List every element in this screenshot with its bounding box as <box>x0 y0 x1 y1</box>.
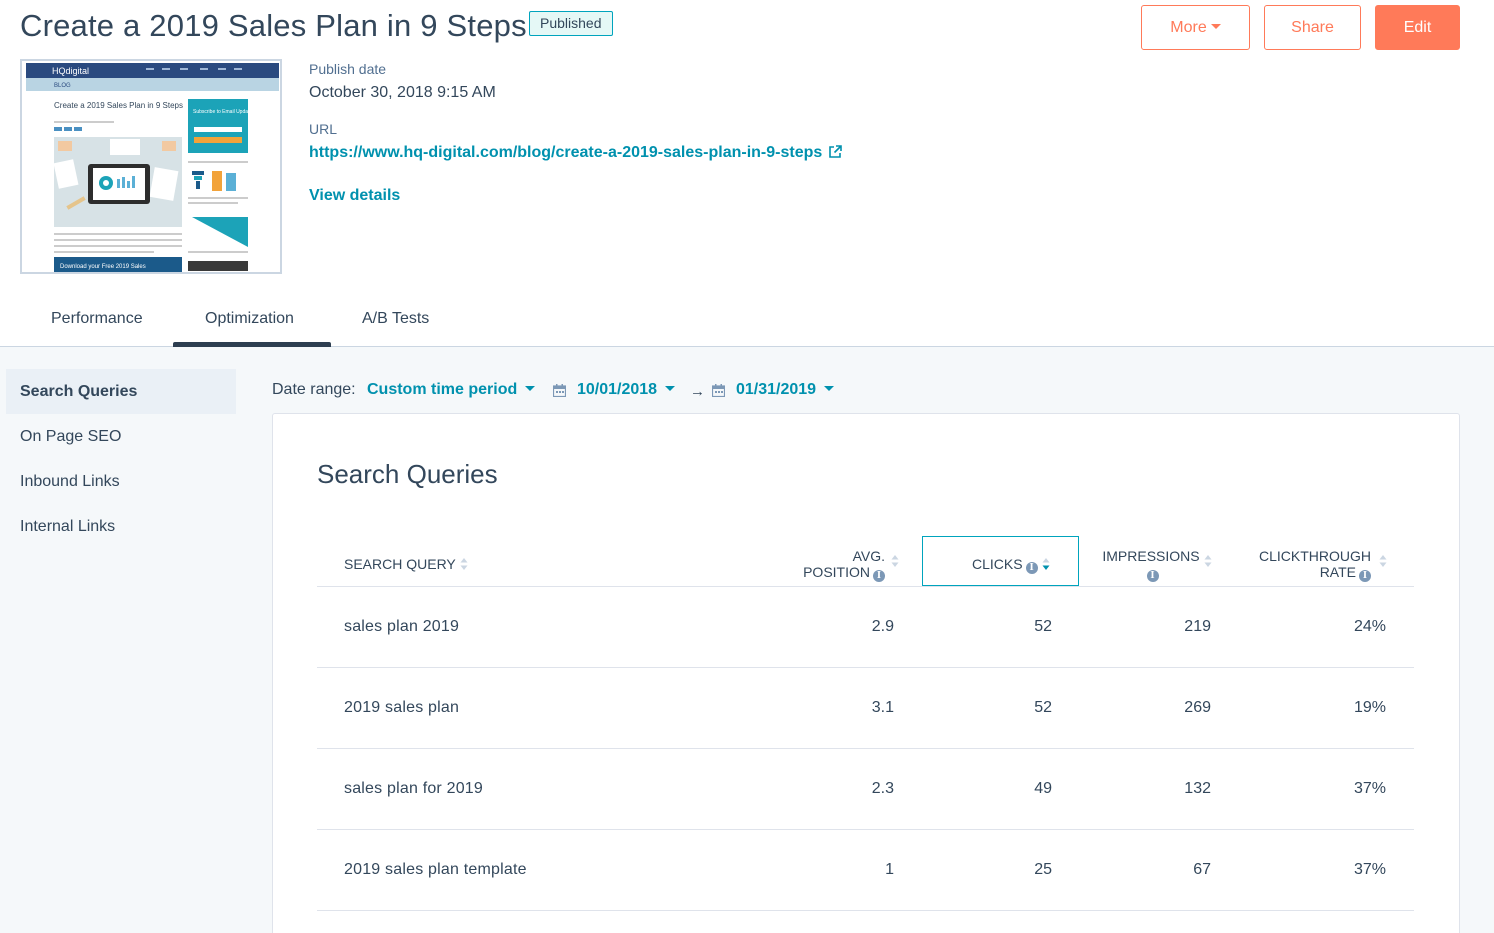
external-link-icon <box>828 145 843 164</box>
start-date-value: 10/01/2018 <box>577 381 658 398</box>
cell-query: 2019 sales plan template <box>344 861 527 878</box>
page-title: Create a 2019 Sales Plan in 9 Steps <box>20 8 527 43</box>
table-row: 2019 sales plan template 1 25 67 37% <box>317 830 1414 911</box>
cell-position: 3.1 <box>871 699 894 716</box>
column-header-avg-position[interactable]: AVG. POSITION i <box>780 548 899 582</box>
calendar-icon <box>711 384 726 402</box>
column-header-label: POSITION <box>803 564 870 580</box>
caret-down-icon <box>1210 24 1221 30</box>
edit-button[interactable]: Edit <box>1375 5 1460 50</box>
cell-clicks: 25 <box>1034 861 1052 878</box>
table-row: 2019 sales plan 3.1 52 269 19% <box>317 668 1414 749</box>
column-header-clickthrough-rate[interactable]: CLICKTHROUGH RATE i <box>1240 548 1387 582</box>
cell-query: sales plan 2019 <box>344 618 460 635</box>
sidebar-item-search-queries[interactable]: Search Queries <box>6 369 236 414</box>
tab-optimization[interactable]: Optimization <box>205 310 294 328</box>
tab-ab-tests[interactable]: A/B Tests <box>362 310 429 328</box>
column-header-impressions[interactable]: IMPRESSIONS i <box>1090 548 1212 582</box>
sort-icon <box>460 557 468 574</box>
publish-date-value: October 30, 2018 9:15 AM <box>309 84 496 101</box>
sidebar-item-internal-links[interactable]: Internal Links <box>6 504 236 549</box>
cell-clicks: 52 <box>1034 618 1052 635</box>
tab-bar: Performance Optimization A/B Tests <box>0 298 1494 347</box>
cell-clicks: 49 <box>1034 780 1052 797</box>
arrow-right-icon: → <box>690 383 705 400</box>
info-icon: i <box>1025 562 1038 574</box>
info-icon: i <box>1359 570 1371 582</box>
cell-ctr: 37% <box>1353 861 1386 878</box>
start-date-dropdown[interactable]: 10/01/2018 <box>577 381 676 399</box>
info-icon: i <box>1146 570 1159 582</box>
page-url-text: https://www.hq-digital.com/blog/create-a… <box>309 144 823 161</box>
end-date-dropdown[interactable]: 01/31/2019 <box>736 381 835 399</box>
caret-down-icon <box>824 386 835 392</box>
calendar-icon <box>552 384 567 402</box>
thumb-blog-label: BLOG <box>54 83 71 89</box>
caret-down-icon <box>665 386 676 392</box>
page-url-link[interactable]: https://www.hq-digital.com/blog/create-a… <box>309 144 843 164</box>
cell-impressions: 269 <box>1184 699 1211 716</box>
sidebar-item-inbound-links[interactable]: Inbound Links <box>6 459 236 504</box>
column-header-search-query[interactable]: SEARCH QUERY <box>344 556 468 574</box>
share-button[interactable]: Share <box>1264 5 1361 50</box>
thumb-subscribe-text: Subscribe to Email Updates <box>193 109 255 115</box>
sidebar-item-on-page-seo[interactable]: On Page SEO <box>6 414 236 459</box>
page-preview-image: HQdigital BLOG Create a 2019 Sales Plan … <box>22 61 280 272</box>
cell-impressions: 219 <box>1184 618 1211 635</box>
column-header-clicks[interactable]: CLICKS i <box>972 556 1050 574</box>
thumb-logo: HQdigital <box>52 66 89 76</box>
thumb-post-title: Create a 2019 Sales Plan in 9 Steps <box>54 101 183 110</box>
sort-icon <box>1379 554 1387 571</box>
date-period-dropdown[interactable]: Custom time period <box>367 381 536 399</box>
table-row: sales plan 2019 2.9 52 219 24% <box>317 587 1414 668</box>
more-button[interactable]: More <box>1141 5 1250 50</box>
end-date-value: 01/31/2019 <box>736 381 817 398</box>
cell-position: 2.9 <box>871 618 894 635</box>
cell-clicks: 52 <box>1034 699 1052 716</box>
date-period-value: Custom time period <box>367 381 518 398</box>
cell-ctr: 24% <box>1353 618 1386 635</box>
column-header-label: IMPRESSIONS <box>1102 548 1200 564</box>
cell-position: 1 <box>885 861 894 878</box>
column-header-label: RATE <box>1319 564 1356 580</box>
cell-position: 2.3 <box>871 780 894 797</box>
page-preview-thumbnail[interactable]: HQdigital BLOG Create a 2019 Sales Plan … <box>20 59 282 274</box>
caret-down-icon <box>525 386 536 392</box>
info-icon: i <box>873 570 885 582</box>
cell-ctr: 19% <box>1353 699 1386 716</box>
column-header-label: SEARCH QUERY <box>344 556 456 572</box>
status-badge: Published <box>529 11 613 36</box>
sort-icon <box>891 554 899 571</box>
sort-desc-icon <box>1042 557 1050 574</box>
column-header-label: CLICKTHROUGH <box>1258 548 1371 564</box>
cell-query: sales plan for 2019 <box>344 780 484 797</box>
cell-impressions: 132 <box>1184 780 1211 797</box>
column-header-label: CLICKS <box>972 556 1023 572</box>
cell-impressions: 67 <box>1193 861 1211 878</box>
url-label: URL <box>309 121 338 137</box>
more-button-label: More <box>1170 19 1207 36</box>
card-title: Search Queries <box>317 459 498 489</box>
view-details-link[interactable]: View details <box>309 187 400 205</box>
column-header-label: AVG. <box>852 548 885 564</box>
cell-query: 2019 sales plan <box>344 699 460 716</box>
date-range-label: Date range: <box>272 381 356 398</box>
tab-performance[interactable]: Performance <box>51 310 143 328</box>
table-row: sales plan for 2019 2.3 49 132 37% <box>317 749 1414 830</box>
sort-icon <box>1204 554 1212 571</box>
publish-date-label: Publish date <box>309 61 387 77</box>
thumb-cta-text: Download your Free 2019 Sales <box>60 264 146 270</box>
cell-ctr: 37% <box>1353 780 1386 797</box>
